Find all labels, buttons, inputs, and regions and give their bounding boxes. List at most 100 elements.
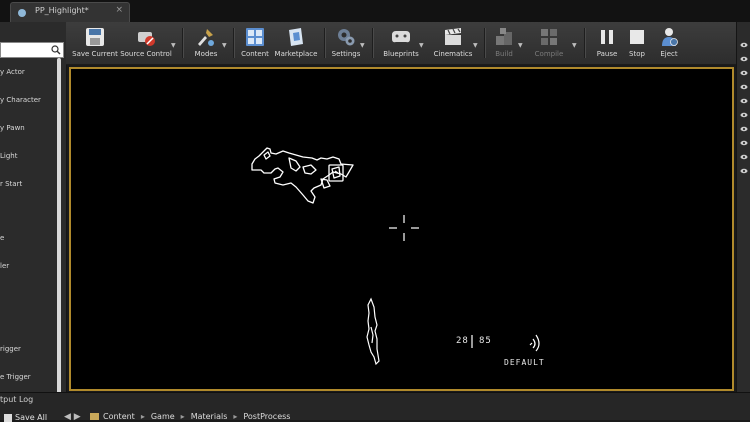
search-icon (51, 45, 61, 55)
back-arrow-icon[interactable]: ◀ (64, 412, 71, 422)
character-outline (366, 297, 380, 366)
content-icon (246, 28, 264, 46)
visibility-eye-icon[interactable] (740, 70, 748, 76)
breadcrumb-game[interactable]: Game (151, 412, 175, 421)
breadcrumb-separator-icon: ▸ (180, 412, 185, 421)
source-control-icon (138, 32, 155, 46)
breadcrumb-separator-icon: ▸ (140, 412, 145, 421)
modes-button[interactable]: Modes (188, 24, 224, 64)
cinematics-dropdown-icon[interactable]: ▼ (473, 42, 478, 49)
modes-label: Modes (194, 50, 218, 58)
eject-button[interactable]: Eject (654, 24, 684, 64)
marketplace-button[interactable]: Marketplace (272, 24, 320, 64)
visibility-eye-icon[interactable] (740, 126, 748, 132)
toolbar-separator (372, 28, 373, 58)
source-control-label: Source Control (120, 50, 172, 58)
settings-icon (338, 29, 355, 46)
place-item-player-start[interactable]: r Start (0, 180, 58, 194)
settings-dropdown-icon[interactable]: ▼ (360, 42, 365, 49)
place-item-pawn[interactable]: y Pawn (0, 124, 58, 138)
modes-dropdown-icon[interactable]: ▼ (222, 42, 227, 49)
save-current-label: Save Current (72, 50, 118, 58)
visibility-eye-icon[interactable] (740, 42, 748, 48)
place-item-light[interactable]: Light (0, 152, 58, 166)
place-item-e[interactable]: e (0, 234, 58, 248)
compile-icon (541, 29, 557, 45)
visibility-eye-icon[interactable] (740, 56, 748, 62)
marketplace-icon (289, 28, 303, 46)
breadcrumb-postprocess[interactable]: PostProcess (243, 412, 290, 421)
stop-label: Stop (629, 50, 645, 58)
toolbar-separator (182, 28, 183, 58)
world-outliner-panel (736, 22, 750, 408)
visibility-eye-icon[interactable] (740, 168, 748, 174)
history-nav: ◀ ▶ (64, 412, 81, 422)
breadcrumb-content[interactable]: Content (103, 412, 135, 421)
cinematics-label: Cinematics (433, 50, 473, 58)
forward-arrow-icon[interactable]: ▶ (74, 412, 81, 422)
place-item-actor[interactable]: y Actor (0, 68, 58, 82)
save-all-button[interactable]: Save All (4, 413, 47, 422)
left-panel-scrollbar[interactable] (57, 58, 61, 408)
save-all-icon (4, 413, 12, 422)
game-viewport[interactable]: 28 85 DEFAULT (69, 67, 734, 391)
search-input[interactable] (0, 42, 64, 58)
fire-mode-label: DEFAULT (504, 358, 545, 367)
breadcrumb: Content ▸ Game ▸ Materials ▸ PostProcess (90, 412, 290, 421)
build-label: Build (495, 50, 513, 58)
toolbar-separator (324, 28, 325, 58)
tab-pp-highlight[interactable]: PP_Highlight* × (10, 2, 130, 22)
cinematics-button[interactable]: Cinematics (428, 24, 478, 64)
blueprints-icon (392, 31, 410, 43)
tab-close-icon[interactable]: × (115, 5, 123, 15)
save-current-button[interactable]: Save Current (70, 24, 120, 64)
toolbar-separator (233, 28, 234, 58)
settings-label: Settings (331, 50, 361, 58)
source-control-dropdown-icon[interactable]: ▼ (171, 42, 176, 49)
save-all-label: Save All (15, 413, 48, 422)
visibility-eye-icon[interactable] (740, 84, 748, 90)
build-icon (496, 28, 512, 45)
eject-icon (662, 28, 678, 46)
pause-label: Pause (596, 50, 618, 58)
build-button[interactable]: Build (488, 24, 520, 64)
place-item-character[interactable]: y Character (0, 96, 58, 110)
visibility-eye-icon[interactable] (740, 112, 748, 118)
place-item-trigger[interactable]: rigger (0, 345, 58, 359)
stop-icon (630, 30, 644, 44)
settings-button[interactable]: Settings (328, 24, 364, 64)
weapon-outline (251, 147, 354, 204)
cinematics-icon (445, 28, 461, 45)
document-tab-bar: PP_Highlight* × (0, 0, 750, 23)
output-log-tab[interactable]: tput Log (0, 395, 33, 404)
ammo-clip-count: 28 (456, 336, 469, 346)
visibility-eye-icon[interactable] (740, 98, 748, 104)
modes-icon (198, 29, 214, 46)
compile-dropdown-icon[interactable]: ▼ (572, 42, 577, 49)
compile-label: Compile (534, 50, 564, 58)
level-editor-toolbar: Save Current Source Control ▼ Modes ▼ Co… (66, 22, 736, 65)
fire-mode-indicator: DEFAULT (504, 334, 545, 367)
tab-label: PP_Highlight* (35, 6, 89, 15)
marketplace-label: Marketplace (274, 50, 318, 58)
save-icon (86, 28, 104, 46)
content-button[interactable]: Content (238, 24, 272, 64)
source-control-button[interactable]: Source Control (120, 24, 172, 64)
crosshair (389, 215, 419, 241)
breadcrumb-materials[interactable]: Materials (191, 412, 228, 421)
pause-button[interactable]: Pause (592, 24, 622, 64)
pause-icon (601, 30, 613, 44)
ammo-reserve-count: 85 (479, 336, 492, 346)
ammo-counter: 28 85 (456, 335, 492, 348)
visibility-eye-icon[interactable] (740, 140, 748, 146)
build-dropdown-icon[interactable]: ▼ (518, 42, 523, 49)
eject-label: Eject (660, 50, 678, 58)
stop-button[interactable]: Stop (622, 24, 652, 64)
place-item-e-trigger[interactable]: e Trigger (0, 373, 58, 387)
place-item-ler[interactable]: ler (0, 262, 58, 276)
compile-button[interactable]: Compile (528, 24, 570, 64)
toolbar-separator (484, 28, 485, 58)
visibility-eye-icon[interactable] (740, 154, 748, 160)
blueprints-label: Blueprints (383, 50, 419, 58)
blueprints-dropdown-icon[interactable]: ▼ (419, 42, 424, 49)
